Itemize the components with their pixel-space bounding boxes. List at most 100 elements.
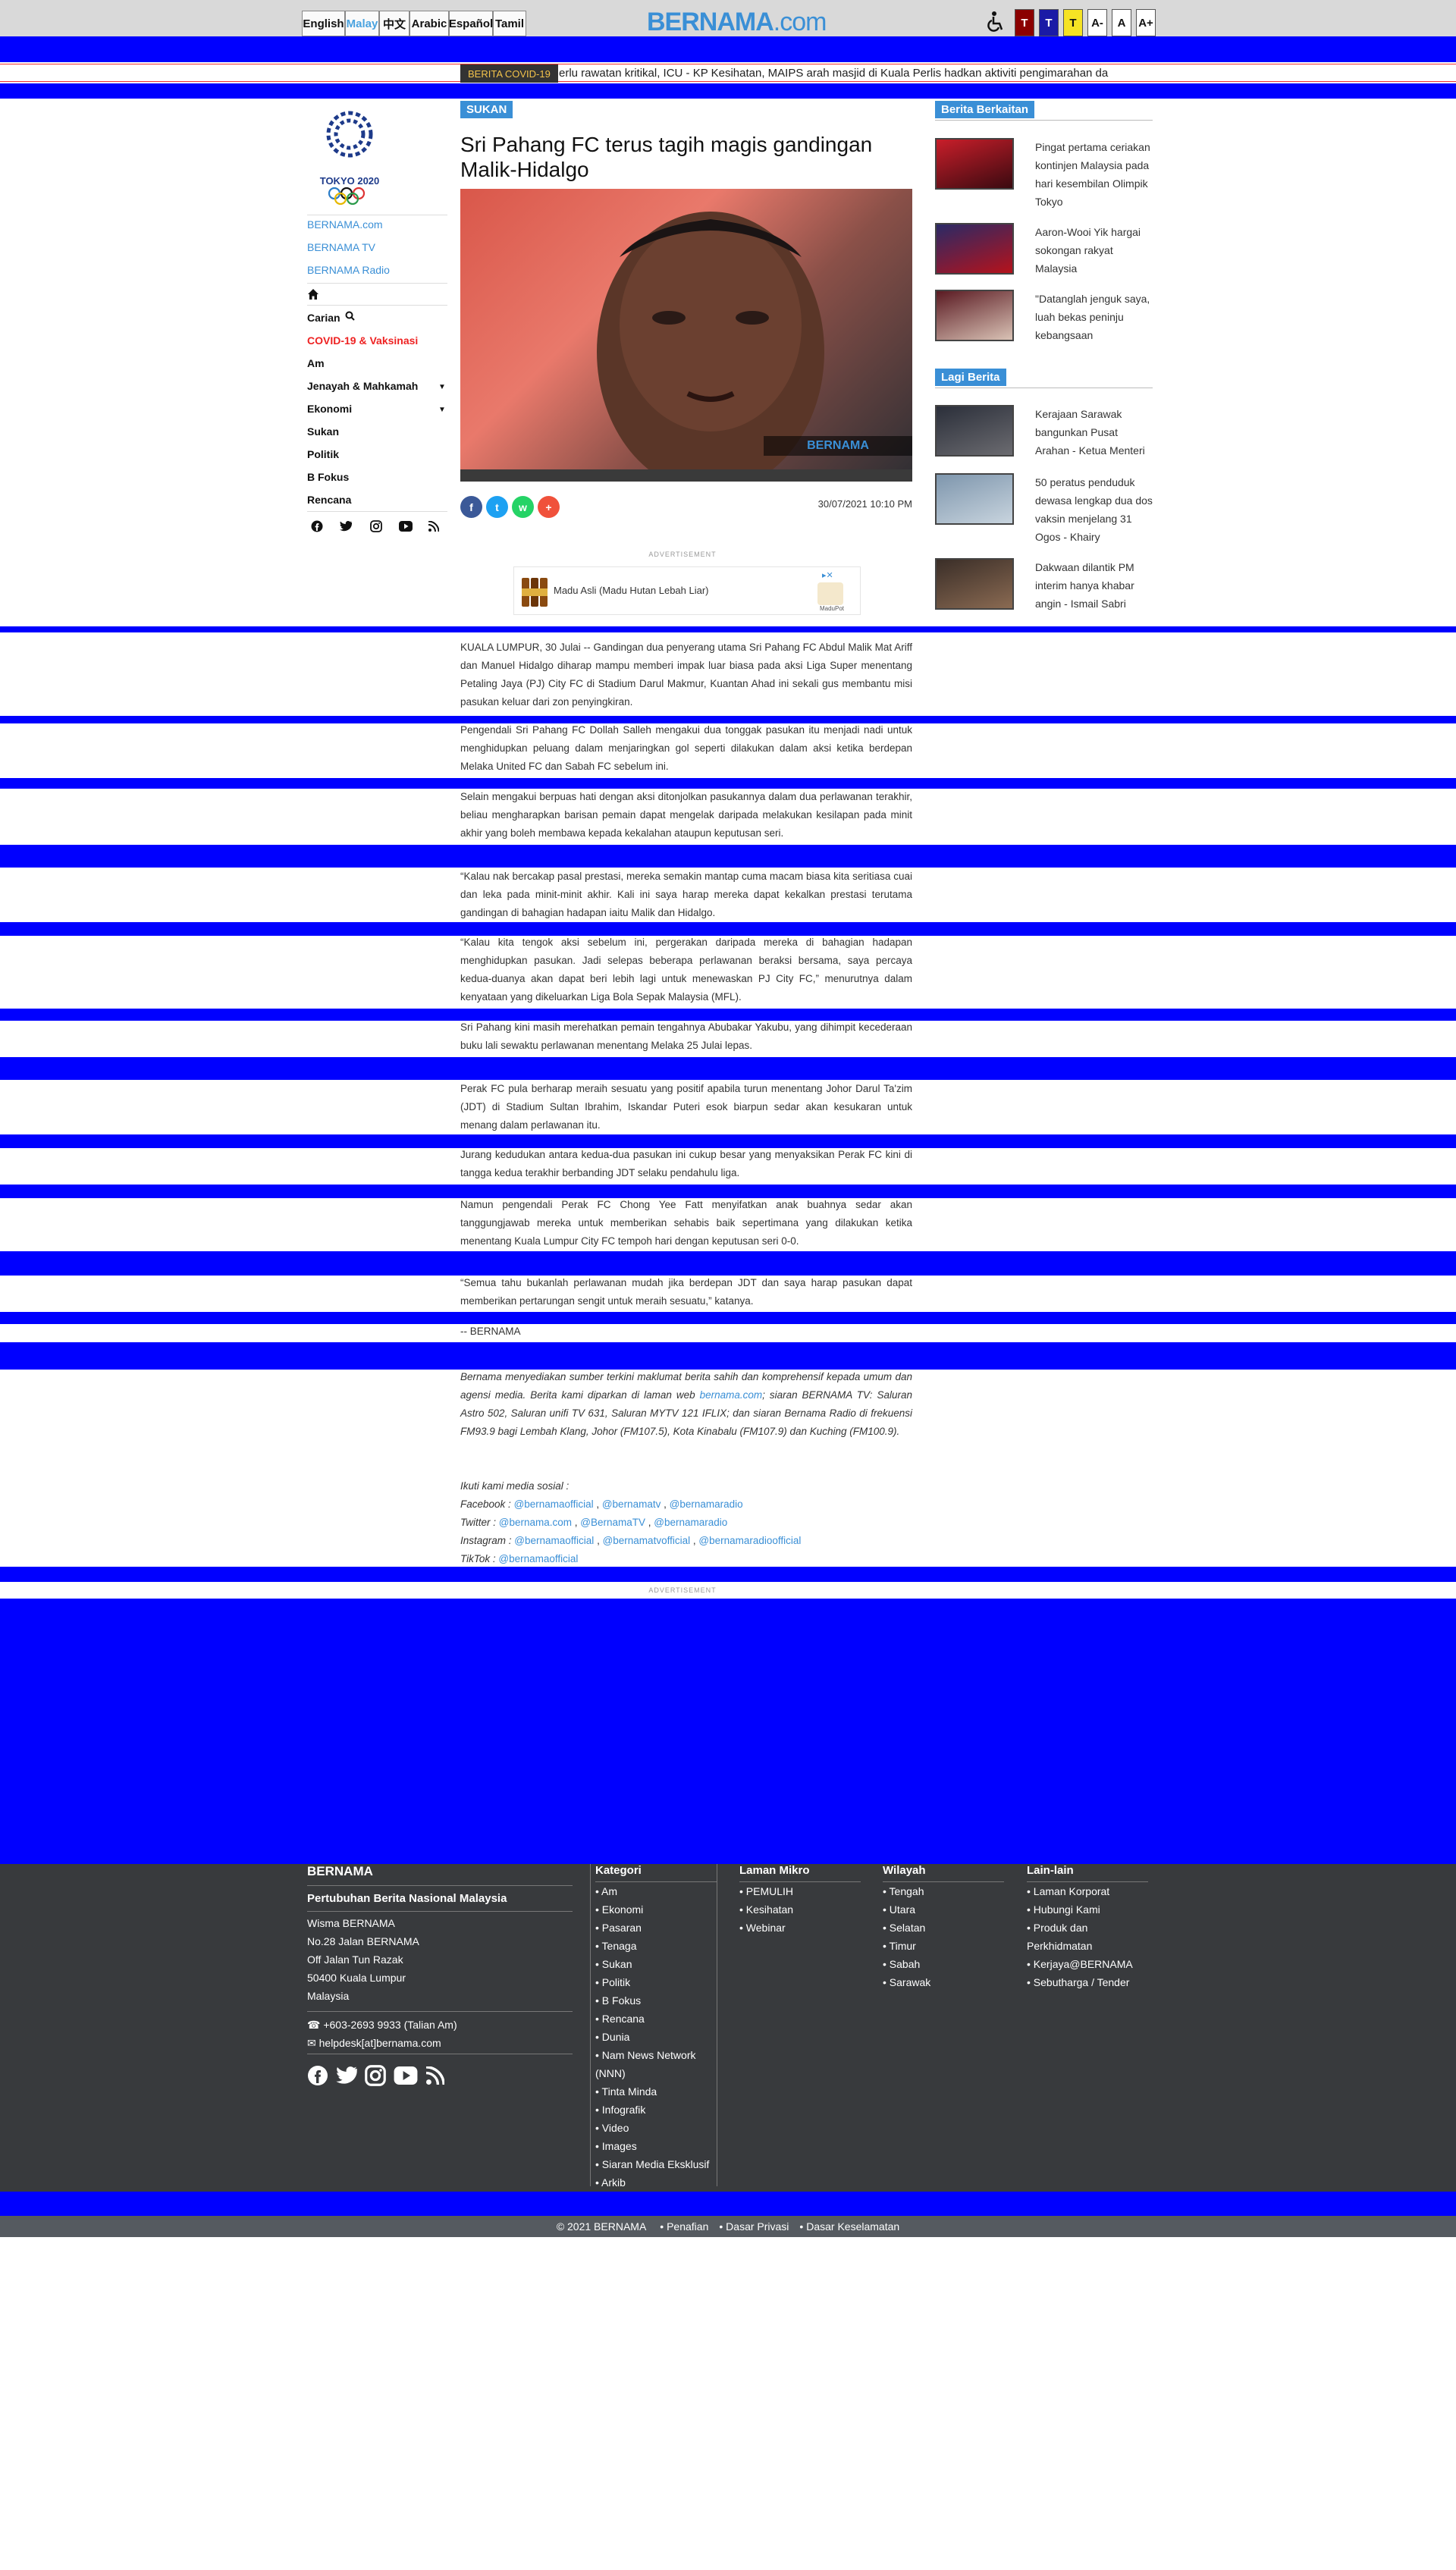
share-facebook-icon[interactable]: f (460, 496, 482, 518)
lang-malay[interactable]: Malay (345, 11, 379, 36)
latest-thumb[interactable] (935, 473, 1014, 525)
lang-english[interactable]: English (302, 11, 345, 36)
wheelchair-icon[interactable] (986, 11, 1006, 33)
footer-link[interactable]: • Video (595, 2119, 629, 2137)
share-whatsapp-icon[interactable]: w (512, 496, 534, 518)
ticker-text[interactable]: erlu rawatan kritikal, ICU - KP Kesihata… (559, 67, 1150, 80)
social-link[interactable]: @bernamaradio (670, 1498, 743, 1510)
lang-tamil[interactable]: Tamil (493, 11, 526, 36)
tokyo2020-logo[interactable] (307, 101, 392, 207)
footer-link[interactable]: • Sarawak (883, 1973, 930, 1991)
legal-link[interactable]: • Dasar Keselamatan (799, 2220, 899, 2233)
footer-link[interactable]: • Tenaga (595, 1937, 636, 1955)
nav-sukan[interactable]: Sukan (307, 425, 339, 438)
youtube-icon[interactable] (399, 521, 413, 532)
footer-link[interactable]: • Nam News Network (NNN) (595, 2046, 701, 2082)
chevron-down-icon[interactable]: ▼ (438, 383, 446, 391)
footer-link[interactable]: • Dunia (595, 2028, 629, 2046)
latest-thumb[interactable] (935, 405, 1014, 457)
section-tag[interactable]: SUKAN (460, 101, 513, 118)
nav-jenayah[interactable]: Jenayah & Mahkamah (307, 380, 418, 392)
footer-link[interactable]: • Sabah (883, 1955, 920, 1973)
related-link[interactable]: Pingat pertama ceriakan kontinjen Malays… (1035, 138, 1153, 211)
footer-link[interactable]: • PEMULIH (739, 1882, 793, 1900)
footer-link[interactable]: • Rencana (595, 2010, 645, 2028)
font-smaller-button[interactable]: A- (1087, 9, 1107, 36)
footer-link[interactable]: • Sukan (595, 1955, 632, 1973)
related-link[interactable]: "Datanglah jenguk saya, luah bekas penin… (1035, 290, 1153, 344)
lang-arabic[interactable]: Arabic (410, 11, 449, 36)
footer-link[interactable]: • Kerjaya@BERNAMA (1027, 1955, 1133, 1973)
footer-link[interactable]: • B Fokus (595, 1991, 641, 2010)
social-link[interactable]: @bernamaradioofficial (698, 1535, 801, 1546)
nav-ekonomi[interactable]: Ekonomi (307, 403, 352, 415)
footer-youtube-icon[interactable] (394, 2066, 418, 2085)
font-normal-button[interactable]: A (1112, 9, 1131, 36)
nav-bfokus[interactable]: B Fokus (307, 471, 349, 483)
instagram-icon[interactable] (370, 520, 382, 532)
social-link[interactable]: @bernamatvofficial (603, 1535, 691, 1546)
footer-link[interactable]: • Infografik (595, 2101, 645, 2119)
footer-link[interactable]: • Selatan (883, 1919, 925, 1937)
latest-link[interactable]: Kerajaan Sarawak bangunkan Pusat Arahan … (1035, 405, 1153, 460)
facebook-icon[interactable] (311, 520, 323, 532)
share-plus-icon[interactable]: + (538, 496, 560, 518)
theme-yellow-button[interactable]: T (1063, 9, 1083, 36)
related-thumb[interactable] (935, 223, 1014, 275)
footer-link[interactable]: • Kesihatan (739, 1900, 793, 1919)
lang-chinese[interactable]: 中文 (379, 11, 410, 36)
nav-covid19[interactable]: COVID-19 & Vaksinasi (307, 334, 418, 347)
social-link[interactable]: @bernamaofficial (514, 1498, 594, 1510)
home-icon[interactable] (307, 288, 319, 300)
footer-link[interactable]: • Arkib (595, 2173, 626, 2192)
footer-phone[interactable]: ☎ +603-2693 9933 (Talian Am) (307, 2016, 457, 2034)
font-larger-button[interactable]: A+ (1136, 9, 1156, 36)
disclaimer-link[interactable]: bernama.com (700, 1389, 763, 1401)
social-link[interactable]: @bernamaofficial (498, 1553, 578, 1564)
footer-link[interactable]: • Siaran Media Eksklusif (595, 2155, 709, 2173)
ad-choices-icon[interactable]: ▸✕ (822, 570, 833, 580)
footer-instagram-icon[interactable] (365, 2065, 386, 2086)
link-bernama-com[interactable]: BERNAMA.com (307, 218, 383, 232)
footer-link[interactable]: • Images (595, 2137, 637, 2155)
footer-link[interactable]: • Timur (883, 1937, 916, 1955)
footer-link[interactable]: • Utara (883, 1900, 915, 1919)
footer-link[interactable]: • Ekonomi (595, 1900, 643, 1919)
lang-espanol[interactable]: Español (449, 11, 493, 36)
footer-link[interactable]: • Tinta Minda (595, 2082, 657, 2101)
nav-am[interactable]: Am (307, 357, 325, 369)
site-logo[interactable]: BERNAMA.com (647, 8, 827, 37)
footer-email[interactable]: ✉ helpdesk[at]bernama.com (307, 2034, 441, 2052)
link-bernama-radio[interactable]: BERNAMA Radio (307, 264, 390, 278)
footer-link[interactable]: • Am (595, 1882, 617, 1900)
footer-link[interactable]: • Sebutharga / Tender (1027, 1973, 1129, 1991)
footer-link[interactable]: • Tengah (883, 1882, 924, 1900)
legal-link[interactable]: • Penafian (660, 2220, 708, 2233)
footer-link[interactable]: • Hubungi Kami (1027, 1900, 1100, 1919)
link-bernama-tv[interactable]: BERNAMA TV (307, 241, 375, 255)
chevron-down-icon[interactable]: ▼ (438, 406, 446, 414)
footer-rss-icon[interactable] (425, 2066, 445, 2085)
social-link[interactable]: @BernamaTV (580, 1517, 645, 1528)
related-thumb[interactable] (935, 138, 1014, 190)
rss-icon[interactable] (428, 520, 440, 532)
theme-dark-red-button[interactable]: T (1015, 9, 1034, 36)
theme-dark-blue-button[interactable]: T (1039, 9, 1059, 36)
search-button[interactable]: Carian (307, 309, 362, 326)
footer-link[interactable]: • Politik (595, 1973, 630, 1991)
latest-link[interactable]: Dakwaan dilantik PM interim hanya khabar… (1035, 558, 1153, 613)
latest-link[interactable]: 50 peratus penduduk dewasa lengkap dua d… (1035, 473, 1153, 546)
social-link[interactable]: @bernamaradio (654, 1517, 727, 1528)
article-image[interactable]: BERNAMA (460, 189, 912, 482)
footer-facebook-icon[interactable] (307, 2065, 328, 2086)
social-link[interactable]: @bernamatv (602, 1498, 661, 1510)
legal-link[interactable]: • Dasar Privasi (719, 2220, 789, 2233)
related-link[interactable]: Aaron-Wooi Yik hargai sokongan rakyat Ma… (1035, 223, 1153, 278)
footer-link[interactable]: • Produk dan Perkhidmatan (1027, 1919, 1141, 1955)
twitter-icon[interactable] (340, 521, 352, 532)
social-link[interactable]: @bernama.com (499, 1517, 572, 1528)
footer-twitter-icon[interactable] (336, 2066, 357, 2085)
footer-link[interactable]: • Webinar (739, 1919, 786, 1937)
latest-thumb[interactable] (935, 558, 1014, 610)
social-link[interactable]: @bernamaofficial (514, 1535, 594, 1546)
